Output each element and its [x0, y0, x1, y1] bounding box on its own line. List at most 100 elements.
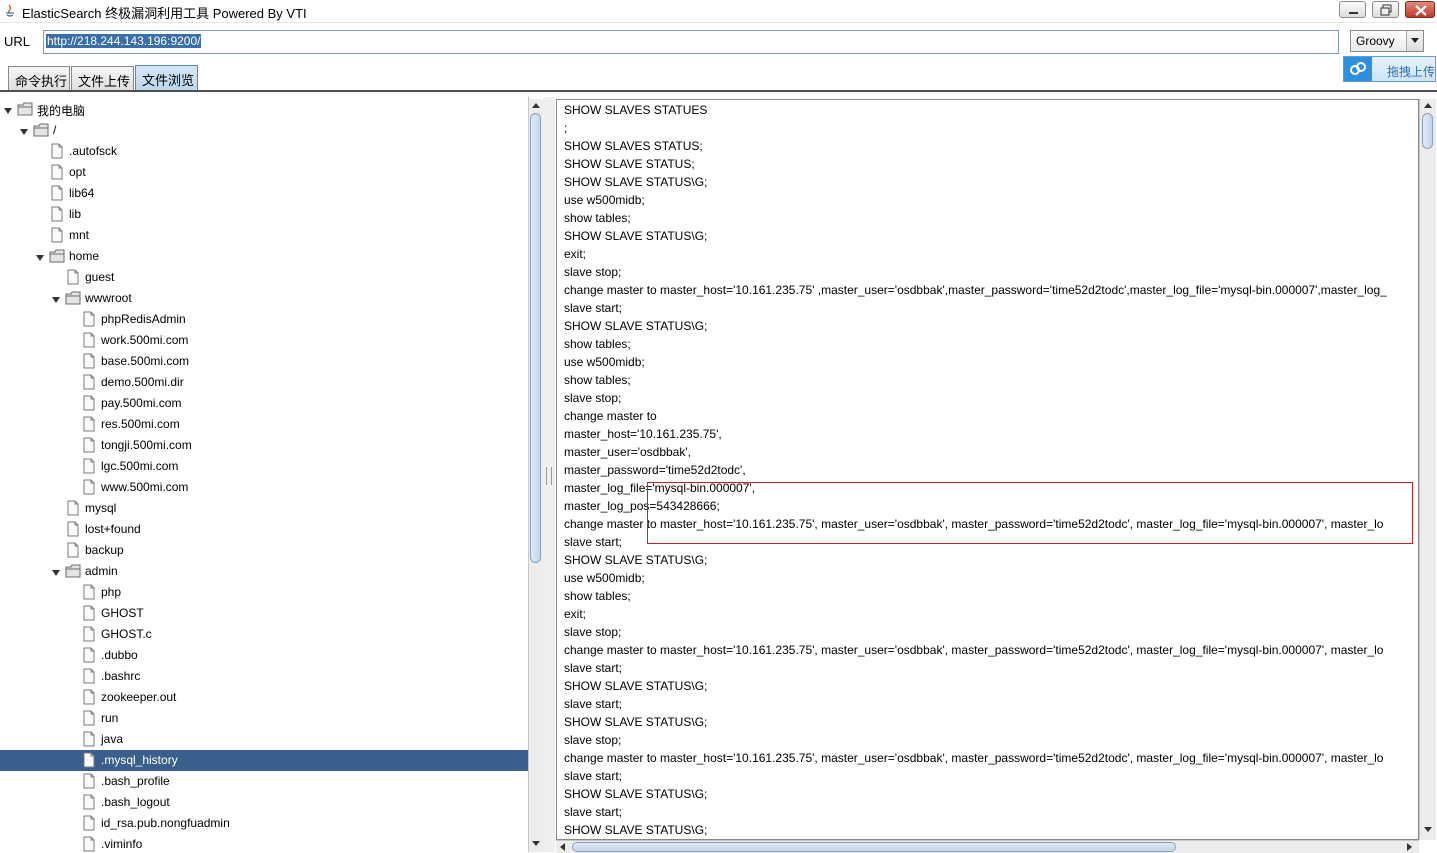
tree-file-row[interactable]: GHOST — [0, 603, 528, 624]
tree-file-row[interactable]: guest — [0, 267, 528, 288]
tree-file-row[interactable]: work.500mi.com — [0, 330, 528, 351]
tree-file-row[interactable]: pay.500mi.com — [0, 393, 528, 414]
folder-icon — [65, 290, 81, 306]
tree-folder-row[interactable]: wwwroot — [0, 288, 528, 309]
tree-file-row[interactable]: lgc.500mi.com — [0, 456, 528, 477]
content-line: SHOW SLAVE STATUS\G; — [564, 229, 708, 243]
expand-toggle-icon[interactable] — [4, 104, 12, 114]
scroll-up-icon[interactable] — [1424, 103, 1432, 109]
file-icon — [65, 521, 81, 537]
tree-file-row[interactable]: res.500mi.com — [0, 414, 528, 435]
file-icon — [81, 626, 97, 642]
tree-folder-row[interactable]: admin — [0, 561, 528, 582]
scroll-left-icon[interactable] — [560, 843, 566, 851]
tree-node-label: home — [69, 249, 100, 263]
scroll-down-icon[interactable] — [1424, 827, 1432, 833]
divider-grip[interactable] — [546, 467, 552, 485]
tree-node-label: demo.500mi.dir — [101, 375, 184, 389]
minimize-icon — [1349, 12, 1358, 14]
content-line: master_user='osdbbak', — [564, 445, 691, 459]
tree-node-label: lib64 — [69, 186, 95, 200]
tree-file-row[interactable]: base.500mi.com — [0, 351, 528, 372]
content-vscroll-thumb[interactable] — [1422, 113, 1433, 149]
tree-file-row[interactable]: php — [0, 582, 528, 603]
file-icon — [81, 332, 97, 348]
tree-file-row[interactable]: mnt — [0, 225, 528, 246]
tree-file-row[interactable]: demo.500mi.dir — [0, 372, 528, 393]
tab-file-browse[interactable]: 文件浏览 — [135, 65, 198, 91]
file-icon — [81, 668, 97, 684]
tree-file-row[interactable]: lib64 — [0, 183, 528, 204]
expand-toggle-icon[interactable] — [36, 251, 44, 261]
scroll-right-icon[interactable] — [1407, 843, 1413, 851]
tree-node-label: .bash_profile — [101, 774, 170, 788]
tree-file-row[interactable]: lib — [0, 204, 528, 225]
tree-node-label: www.500mi.com — [101, 480, 189, 494]
content-hscroll-thumb[interactable] — [572, 842, 1176, 852]
expand-toggle-icon[interactable] — [20, 125, 28, 135]
file-icon — [81, 416, 97, 432]
tree-file-row[interactable]: mysql — [0, 498, 528, 519]
content-line: SHOW SLAVE STATUS\G; — [564, 175, 708, 189]
tree-scroll-thumb[interactable] — [530, 113, 541, 563]
tree-file-row[interactable]: java — [0, 729, 528, 750]
scroll-up-icon[interactable] — [532, 103, 540, 109]
tree-file-row[interactable]: phpRedisAdmin — [0, 309, 528, 330]
content-line: exit; — [564, 247, 587, 261]
tree-file-row[interactable]: www.500mi.com — [0, 477, 528, 498]
tree-file-row[interactable]: GHOST.c — [0, 624, 528, 645]
scroll-down-icon[interactable] — [532, 841, 540, 847]
tree-folder-row[interactable]: / — [0, 120, 528, 141]
highlight-annotation-box — [647, 482, 1413, 544]
tree-file-row[interactable]: .dubbo — [0, 645, 528, 666]
split-divider[interactable] — [543, 97, 555, 852]
file-icon — [81, 584, 97, 600]
tree-file-row[interactable]: lost+found — [0, 519, 528, 540]
tree-scrollbar[interactable] — [528, 99, 543, 852]
expand-toggle-icon[interactable] — [52, 293, 60, 303]
file-icon — [81, 689, 97, 705]
tree-file-row[interactable]: backup — [0, 540, 528, 561]
tree-file-row[interactable]: .viminfo — [0, 834, 528, 852]
restore-button[interactable] — [1372, 1, 1399, 18]
file-icon — [49, 143, 65, 159]
tree-file-row[interactable]: zookeeper.out — [0, 687, 528, 708]
tree-file-row[interactable]: .bashrc — [0, 666, 528, 687]
content-vertical-scrollbar[interactable] — [1419, 99, 1436, 840]
tree-node-label: backup — [85, 543, 124, 557]
script-mode-select[interactable]: Groovy — [1350, 30, 1424, 52]
close-button[interactable] — [1405, 1, 1435, 18]
content-line: use w500midb; — [564, 355, 645, 369]
content-line: change master to master_host='10.161.235… — [564, 643, 1384, 657]
dropdown-arrow-icon[interactable] — [1406, 31, 1423, 51]
content-horizontal-scrollbar[interactable] — [556, 840, 1419, 853]
tree-file-row[interactable]: run — [0, 708, 528, 729]
file-content-view[interactable]: SHOW SLAVES STATUES; SHOW SLAVES STATUS; S… — [556, 99, 1419, 840]
tree-file-row[interactable]: .bash_logout — [0, 792, 528, 813]
tree-folder-row[interactable]: home — [0, 246, 528, 267]
tree-folder-row[interactable]: 我的电脑 — [0, 99, 528, 120]
url-input[interactable]: http://218.244.143.196:9200/ — [43, 30, 1339, 54]
minimize-button[interactable] — [1339, 1, 1366, 18]
tree-file-row[interactable]: .mysql_history — [0, 750, 528, 771]
content-line: slave start; — [564, 535, 623, 549]
content-line: SHOW SLAVE STATUS\G; — [564, 715, 708, 729]
tab-file-upload[interactable]: 文件上传 — [71, 66, 134, 90]
tree-node-label: .mysql_history — [101, 753, 178, 767]
tree-node-label: wwwroot — [85, 291, 132, 305]
tree-file-row[interactable]: tongji.500mi.com — [0, 435, 528, 456]
tree-file-row[interactable]: .bash_profile — [0, 771, 528, 792]
content-line: SHOW SLAVES STATUES — [564, 103, 708, 117]
content-line: slave start; — [564, 697, 623, 711]
file-tree[interactable]: 我的电脑 / .autofsck opt lib64 lib mnt home guest www… — [0, 97, 529, 852]
tree-file-row[interactable]: opt — [0, 162, 528, 183]
tab-command-exec[interactable]: 命令执行 — [8, 66, 70, 90]
expand-toggle-icon[interactable] — [52, 566, 60, 576]
tree-node-label: base.500mi.com — [101, 354, 190, 368]
url-label: URL — [4, 34, 31, 49]
tree-file-row[interactable]: id_rsa.pub.nongfuadmin — [0, 813, 528, 834]
tree-file-row[interactable]: .autofsck — [0, 141, 528, 162]
content-line: use w500midb; — [564, 571, 645, 585]
tree-node-label: work.500mi.com — [101, 333, 189, 347]
content-line: slave stop; — [564, 391, 622, 405]
